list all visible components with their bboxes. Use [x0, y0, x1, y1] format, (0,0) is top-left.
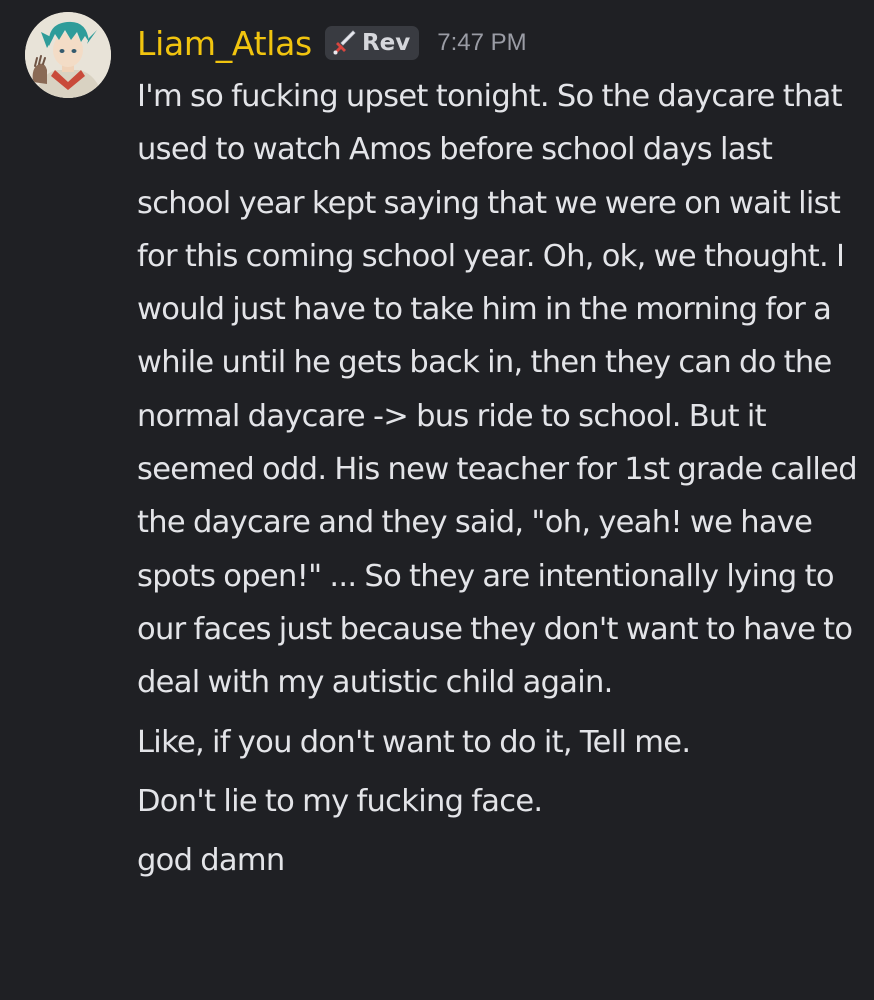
avatar[interactable]: [25, 12, 111, 98]
message-paragraph: Like, if you don't want to do it, Tell m…: [137, 724, 691, 760]
message-paragraph: I'm so fucking upset tonight. So the day…: [137, 79, 858, 701]
author-name[interactable]: Liam_Atlas: [137, 24, 312, 63]
message-paragraph: Don't lie to my fucking face.: [137, 783, 543, 819]
server-tag-label: Rev: [361, 30, 411, 56]
message-paragraph: god damn: [137, 843, 285, 879]
server-tag[interactable]: Rev: [324, 26, 420, 60]
avatar-illustration: [25, 12, 111, 98]
chat-view: Liam_Atlas Rev 7:47 PM I'm so fucking up…: [0, 0, 874, 1000]
message-content: I'm so fucking upset tonight. So the day…: [137, 70, 862, 887]
message-header: Liam_Atlas Rev 7:47 PM: [137, 20, 527, 66]
message-timestamp[interactable]: 7:47 PM: [437, 29, 526, 57]
sword-icon: [333, 30, 356, 55]
